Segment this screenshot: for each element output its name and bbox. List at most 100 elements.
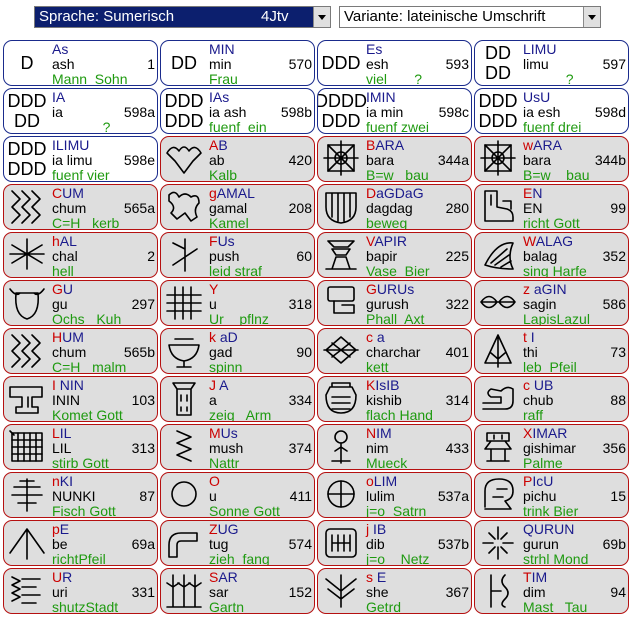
meaning: fuenf vier (52, 167, 110, 182)
sign-card[interactable]: J Aa 334 zeig Arm (160, 376, 315, 422)
sign-number: 208 (288, 200, 312, 216)
sign-card[interactable]: nKI NUNKI 87 Fisch Gott (3, 472, 158, 518)
sign-name: UsU (523, 89, 551, 105)
sign-card[interactable]: KIsIB kishib 314 flach Hand (317, 376, 472, 422)
chevron-down-icon[interactable] (313, 7, 330, 27)
transliteration: ash (52, 56, 75, 72)
sign-card[interactable]: DD MIN min 570 Frau (160, 40, 315, 86)
sign-card[interactable]: I NIN ININ 103 Komet Gott (3, 376, 158, 422)
sign-card[interactable]: j IB dib 537b j=o Netz (317, 520, 472, 566)
sign-card[interactable]: t Ithi 73 leb Pfeil (474, 328, 629, 374)
boot-icon (476, 186, 520, 228)
sign-card[interactable]: oLIM lulim 537a j=o Satrn (317, 472, 472, 518)
transliteration: esh (366, 56, 389, 72)
sign-card[interactable]: DaGDaG dagdag 280 beweg (317, 184, 472, 230)
sign-card[interactable]: DDD DDD ILIMU ia limu 598e fuenf vier (3, 136, 158, 182)
language-select[interactable]: Sprache: Sumerisch 4Jtv (34, 6, 331, 28)
sign-card[interactable]: XIMAR gishimar 356 Palme (474, 424, 629, 470)
transliteration: gamal (209, 200, 248, 216)
sign-name: BARA (366, 137, 405, 153)
sign-card[interactable]: D As ash 1 Mann Sohn (3, 40, 158, 86)
sign-card[interactable]: pE be 69a richtPfeil (3, 520, 158, 566)
sign-card[interactable]: z aGIN sagin 586 LapisLazul (474, 280, 629, 326)
sign-card[interactable]: gAMAL gamal 208 Kamel (160, 184, 315, 230)
sign-card[interactable]: CUM chum 565a C=H kerb (3, 184, 158, 230)
sign-card[interactable]: BARA bara 344a B=w bau (317, 136, 472, 182)
sign-card[interactable]: GURUs gurush 322 Phall Axt (317, 280, 472, 326)
sign-card[interactable]: Ou 411 Sonne Gott (160, 472, 315, 518)
sign-number: 15 (610, 488, 626, 504)
sign-card[interactable]: GU gu 297 Ochs Kuh (3, 280, 158, 326)
sign-card[interactable]: DDD DD IA ia 598a ? (3, 88, 158, 134)
sign-card[interactable]: PIcU pichu 15 trink Bier (474, 472, 629, 518)
numeral-glyph: DD (171, 53, 197, 73)
meaning: Nattr (209, 455, 240, 470)
numeral-glyph: DDD DDD (7, 139, 47, 179)
sign-card[interactable]: VAPIR bapir 225 Vase Bier (317, 232, 472, 278)
sign-card[interactable]: LIL LIL 313 stirb Gott (3, 424, 158, 470)
sign-card[interactable]: wARA bara 344b B=w bau (474, 136, 629, 182)
meaning: richtPfeil (52, 551, 106, 566)
sign-card[interactable]: MUs mush 374 Nattr (160, 424, 315, 470)
sign-card[interactable]: WALAG balag 352 sing Harfe (474, 232, 629, 278)
sign-number: 87 (139, 488, 155, 504)
sign-card[interactable]: DDD DDD UsU ia esh 598d fuenf drei (474, 88, 629, 134)
sign-card[interactable]: QURUN gurun 69b strhl Mond (474, 520, 629, 566)
transliteration: NUNKI (52, 488, 96, 504)
transliteration: kishib (366, 392, 402, 408)
sign-card[interactable]: hAL chal 2 hell (3, 232, 158, 278)
sign-name: TIM (523, 569, 548, 585)
sign-name: MUs (209, 425, 238, 441)
transliteration: chal (52, 248, 78, 264)
box-icon (319, 138, 363, 180)
sign-number: 411 (289, 488, 312, 504)
chevron-down-icon[interactable] (583, 7, 600, 27)
sign-card[interactable]: s Eshe 367 Getrd (317, 568, 472, 614)
sign-card[interactable]: EN EN 99 richt Gott (474, 184, 629, 230)
sign-number: 69b (602, 536, 626, 552)
sign-card[interactable]: DDD Es esh 593 viel ? (317, 40, 472, 86)
sign-number: 374 (288, 440, 312, 456)
sign-number: 565b (123, 344, 155, 360)
transliteration: EN (523, 200, 543, 216)
numeral-glyph: DDD (321, 53, 361, 73)
hash-icon (162, 282, 206, 324)
sign-card[interactable]: c UB chub 88 raff (474, 376, 629, 422)
sign-card[interactable]: DDDD DDD IMIN ia min 598c fuenf zwei (317, 88, 472, 134)
sign-number: 225 (445, 248, 469, 264)
tower-icon (162, 378, 206, 420)
sign-number: 593 (445, 56, 469, 72)
sign-name: HUM (52, 329, 84, 345)
meaning: fuenf zwei (366, 119, 430, 134)
meaning: sing Harfe (523, 263, 587, 278)
sign-card[interactable]: HUM chum 565b C=H malm (3, 328, 158, 374)
sign-number: 103 (131, 392, 155, 408)
transliteration: dim (523, 584, 546, 600)
sign-name: IMIN (366, 89, 396, 105)
uri-icon (5, 570, 49, 612)
sign-card[interactable]: NIM nim 433 Mueck (317, 424, 472, 470)
sign-number: 88 (610, 392, 626, 408)
sign-number: 318 (288, 296, 312, 312)
sign-card[interactable]: FUs push 60 leid straf (160, 232, 315, 278)
variant-select[interactable]: Variante: lateinische Umschrift (339, 6, 601, 28)
sign-card[interactable]: k aD gad 90 spinn (160, 328, 315, 374)
sign-card[interactable]: c a charchar 401 kett (317, 328, 472, 374)
sign-card[interactable]: UR uri 331 shutzStadt (3, 568, 158, 614)
sign-name: nKI (52, 473, 74, 489)
sign-name: wARA (523, 137, 562, 153)
sign-name: MIN (209, 41, 235, 57)
sign-card[interactable]: ZUG tug 574 zieh fang (160, 520, 315, 566)
transliteration: ININ (52, 392, 80, 408)
sign-card[interactable]: DD DD LIMU limu 597 ? (474, 40, 629, 86)
sign-number: 586 (602, 296, 626, 312)
transliteration: thi (523, 344, 538, 360)
meaning: B=w bau (366, 167, 429, 182)
transliteration: gu (52, 296, 68, 312)
sign-card[interactable]: DDD DDD IAs ia ash 598b fuenf ein (160, 88, 315, 134)
sign-card[interactable]: TIM dim 94 Mast Tau (474, 568, 629, 614)
sign-number: 537a (437, 488, 469, 504)
sign-card[interactable]: SAR sar 152 Gartn (160, 568, 315, 614)
sign-card[interactable]: AB ab 420 Kalb (160, 136, 315, 182)
sign-card[interactable]: Yu 318 Ur pflnz (160, 280, 315, 326)
